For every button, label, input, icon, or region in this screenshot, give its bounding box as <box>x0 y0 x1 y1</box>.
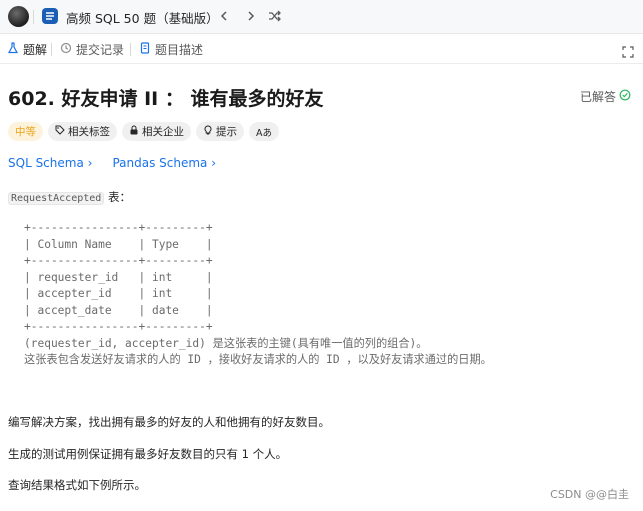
tag-icon <box>55 125 65 138</box>
prev-icon[interactable] <box>214 6 234 26</box>
table-intro: RequestAccepted 表： <box>8 189 131 205</box>
divider <box>130 43 131 56</box>
top-bar: 高频 SQL 50 题（基础版） <box>0 0 643 34</box>
tab-label: 题目描述 <box>155 42 204 57</box>
paragraph: 生成的测试用例保证拥有最多好友数目的只有 1 个人。 <box>8 447 288 461</box>
difficulty-badge: 中等 <box>8 122 43 141</box>
tag-label: 提示 <box>216 126 237 138</box>
avatar[interactable] <box>8 6 29 27</box>
next-icon[interactable] <box>241 6 261 26</box>
history-icon <box>60 42 72 57</box>
tab-description[interactable]: 题目描述 <box>139 34 203 64</box>
tab-label: 题解 <box>23 42 48 57</box>
divider <box>51 43 52 56</box>
tab-solutions[interactable]: 题解 <box>7 34 47 64</box>
translate-icon: Aあ <box>256 127 272 139</box>
hint-button[interactable]: 提示 <box>196 122 244 141</box>
document-icon <box>139 41 151 57</box>
page-title: 602. 好友申请 II ： 谁有最多的好友 <box>8 88 324 110</box>
watermark: CSDN @@白圭 <box>550 488 629 501</box>
lock-icon <box>129 125 139 138</box>
solved-status: 已解答 <box>580 88 631 105</box>
related-tags-button[interactable]: 相关标签 <box>48 122 117 141</box>
link-label: SQL Schema <box>8 156 84 170</box>
difficulty-label: 中等 <box>15 126 36 138</box>
related-companies-button[interactable]: 相关企业 <box>122 122 191 141</box>
schema-links: SQL Schema › Pandas Schema › <box>8 156 216 170</box>
tab-submissions[interactable]: 提交记录 <box>60 34 124 64</box>
schema-block: +----------------+---------+ | Column Na… <box>24 221 492 366</box>
link-label: Pandas Schema <box>112 156 208 170</box>
table-suffix: 表： <box>104 190 131 204</box>
translate-button[interactable]: Aあ <box>249 122 279 141</box>
table-name-code: RequestAccepted <box>8 192 105 205</box>
paragraph: 查询结果格式如下例所示。 <box>8 478 146 492</box>
tag-label: 相关标签 <box>68 126 110 138</box>
lightbulb-icon <box>203 125 213 138</box>
paragraph: 编写解决方案，找出拥有最多的好友的人和他拥有的好友数目。 <box>8 415 330 429</box>
tag-row: 中等 相关标签 相关企业 提示 Aあ <box>8 122 279 141</box>
problem-list-title[interactable]: 高频 SQL 50 题（基础版） <box>66 8 219 27</box>
check-circle-icon <box>619 89 631 104</box>
shuffle-icon[interactable] <box>265 6 285 26</box>
tab-label: 提交记录 <box>76 42 125 57</box>
tab-bar: 题解 提交记录 题目描述 <box>0 34 643 64</box>
sql-schema-link[interactable]: SQL Schema › <box>8 156 92 170</box>
solved-label: 已解答 <box>579 90 616 104</box>
fullscreen-icon[interactable] <box>622 43 634 62</box>
tag-label: 相关企业 <box>142 126 184 138</box>
flask-icon <box>7 41 19 57</box>
divider <box>33 10 34 24</box>
list-icon <box>42 8 58 24</box>
pandas-schema-link[interactable]: Pandas Schema › <box>112 156 216 170</box>
